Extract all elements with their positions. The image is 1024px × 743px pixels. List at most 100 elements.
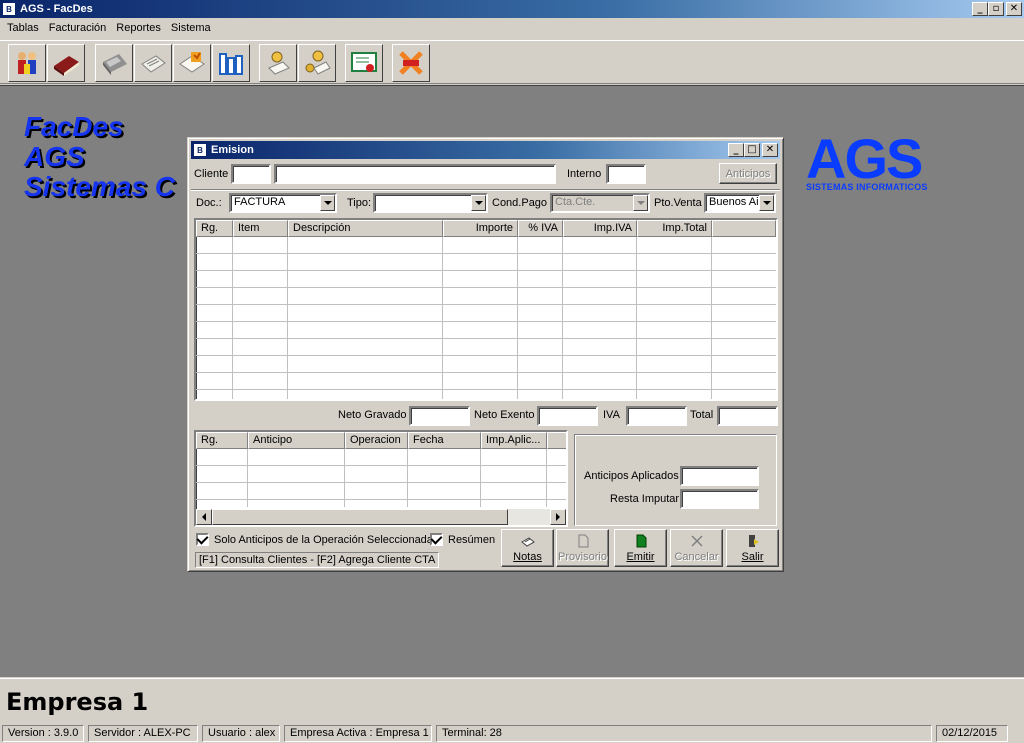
toolbar-calculator-button[interactable] [95,44,133,82]
dialog-minimize-button[interactable]: _ [728,143,744,157]
grid-line [196,287,776,288]
cond-pago-select[interactable]: Cta.Cte. [550,193,650,213]
interno-input[interactable] [606,164,646,184]
grid-line [196,389,776,390]
cliente-label: Cliente [194,168,229,180]
toolbar-clients-button[interactable] [8,44,46,82]
status-empresa: Empresa Activa : Empresa 1 [284,725,432,742]
chevron-down-icon[interactable] [320,195,335,211]
user-document-icon [268,51,290,75]
notas-button[interactable]: Notas [501,529,554,567]
column-header[interactable]: Descripción [288,220,443,237]
cliente-name-input[interactable] [274,164,556,184]
anticipos-aplicados-label: Anticipos Aplicados [584,470,679,482]
grid-line [196,465,566,466]
column-header[interactable]: Fecha [408,432,481,449]
toolbar-exit-button[interactable] [392,44,430,82]
window-controls: _ ▫ ✕ [972,2,1022,16]
cancelar-button[interactable]: Cancelar [670,529,723,567]
iva-input[interactable] [626,406,687,426]
items-grid-header: Rg. Item Descripción Importe % IVA Imp.I… [196,220,776,237]
anticipos-hscrollbar[interactable] [196,509,566,525]
tipo-select[interactable] [373,193,488,213]
notes-icon [520,533,536,549]
anticipos-grid-header: Rg. Anticipo Operacion Fecha Imp.Aplic..… [196,432,566,449]
resta-imputar-input[interactable] [680,489,759,509]
menu-sistema[interactable]: Sistema [166,22,216,34]
status-date: 02/12/2015 [936,725,1008,742]
dialog-maximize-button[interactable]: □ [744,143,760,157]
anticipos-summary-panel: Anticipos Aplicados Resta Imputar [574,434,777,526]
anticipos-grid[interactable]: Rg. Anticipo Operacion Fecha Imp.Aplic..… [194,430,568,527]
certificate-icon [351,52,377,72]
toolbar-certificate-button[interactable] [345,44,383,82]
column-header[interactable]: Item [233,220,288,237]
resumen-label: Resúmen [448,534,496,546]
column-header[interactable]: Imp.Aplic... [481,432,547,449]
items-grid[interactable]: Rg. Item Descripción Importe % IVA Imp.I… [194,218,778,401]
resumen-checkbox[interactable] [430,533,443,546]
chevron-right-icon [556,513,560,521]
scroll-left-button[interactable] [196,509,212,525]
toolbar-envelope-button[interactable] [173,44,211,82]
column-header[interactable]: Rg. [196,432,248,449]
company-name: Empresa 1 [6,688,149,716]
neto-gravado-input[interactable] [409,406,470,426]
grid-line [196,253,776,254]
toolbar [0,40,1024,84]
menu-tablas[interactable]: Tablas [2,22,44,34]
salir-button-label: Salir [741,551,764,563]
toolbar-notepad-button[interactable] [134,44,172,82]
provisorio-button[interactable]: Provisorio [556,529,609,567]
column-header[interactable]: Anticipo [248,432,345,449]
brand-text: FacDes AGS Sistemas C [24,112,175,202]
toolbar-user-doc-button[interactable] [259,44,297,82]
interno-label: Interno [567,168,602,180]
toolbar-book-button[interactable] [47,44,85,82]
ags-logo: AGS SISTEMAS INFORMATICOS [806,127,946,193]
emitir-button[interactable]: Emitir [614,529,667,567]
minimize-button[interactable]: _ [972,2,988,16]
column-header[interactable]: Importe [443,220,518,237]
status-terminal: Terminal: 28 [436,725,932,742]
dialog-title-bar: B Emision _ □ ✕ [191,141,780,159]
pto-venta-select[interactable]: Buenos Air [704,193,776,213]
column-header[interactable]: % IVA [518,220,563,237]
toolbar-chart-button[interactable] [212,44,250,82]
column-header[interactable]: Operacion [345,432,408,449]
total-label: Total [690,409,714,421]
dialog-close-button[interactable]: ✕ [762,143,778,157]
chevron-down-icon[interactable] [633,195,648,211]
chevron-down-icon[interactable] [471,195,486,211]
anticipos-aplicados-input[interactable] [680,466,759,486]
doc-select[interactable]: FACTURA [229,193,337,213]
door-exit-icon [745,533,761,549]
ags-logo-text: AGS [806,127,923,190]
pto-venta-label: Pto.Venta [654,197,702,209]
grid-line [232,237,233,399]
column-header[interactable]: Rg. [196,220,233,237]
chevron-down-icon[interactable] [759,195,774,211]
doc-label: Doc.: [196,197,222,209]
column-header[interactable]: Imp.IVA [563,220,637,237]
items-grid-body [196,237,776,399]
scroll-right-button[interactable] [550,509,566,525]
solo-anticipos-checkbox[interactable] [196,533,209,546]
salir-button[interactable]: Salir [726,529,779,567]
calculator-icon [103,54,127,75]
cancelar-button-label: Cancelar [674,551,719,563]
scroll-thumb[interactable] [212,509,508,525]
close-button[interactable]: ✕ [1006,2,1022,16]
grid-line [196,270,776,271]
column-header[interactable]: Imp.Total [637,220,712,237]
people-icon [18,52,36,74]
restore-button[interactable]: ▫ [988,2,1004,16]
neto-exento-input[interactable] [537,406,598,426]
anticipos-button[interactable]: Anticipos [719,163,777,184]
total-input[interactable] [717,406,778,426]
menu-reportes[interactable]: Reportes [111,22,166,34]
toolbar-users-doc-button[interactable] [298,44,336,82]
menu-bar: Tablas Facturación Reportes Sistema [0,18,1024,38]
menu-facturacion[interactable]: Facturación [44,22,111,34]
cliente-code-input[interactable] [231,164,271,184]
